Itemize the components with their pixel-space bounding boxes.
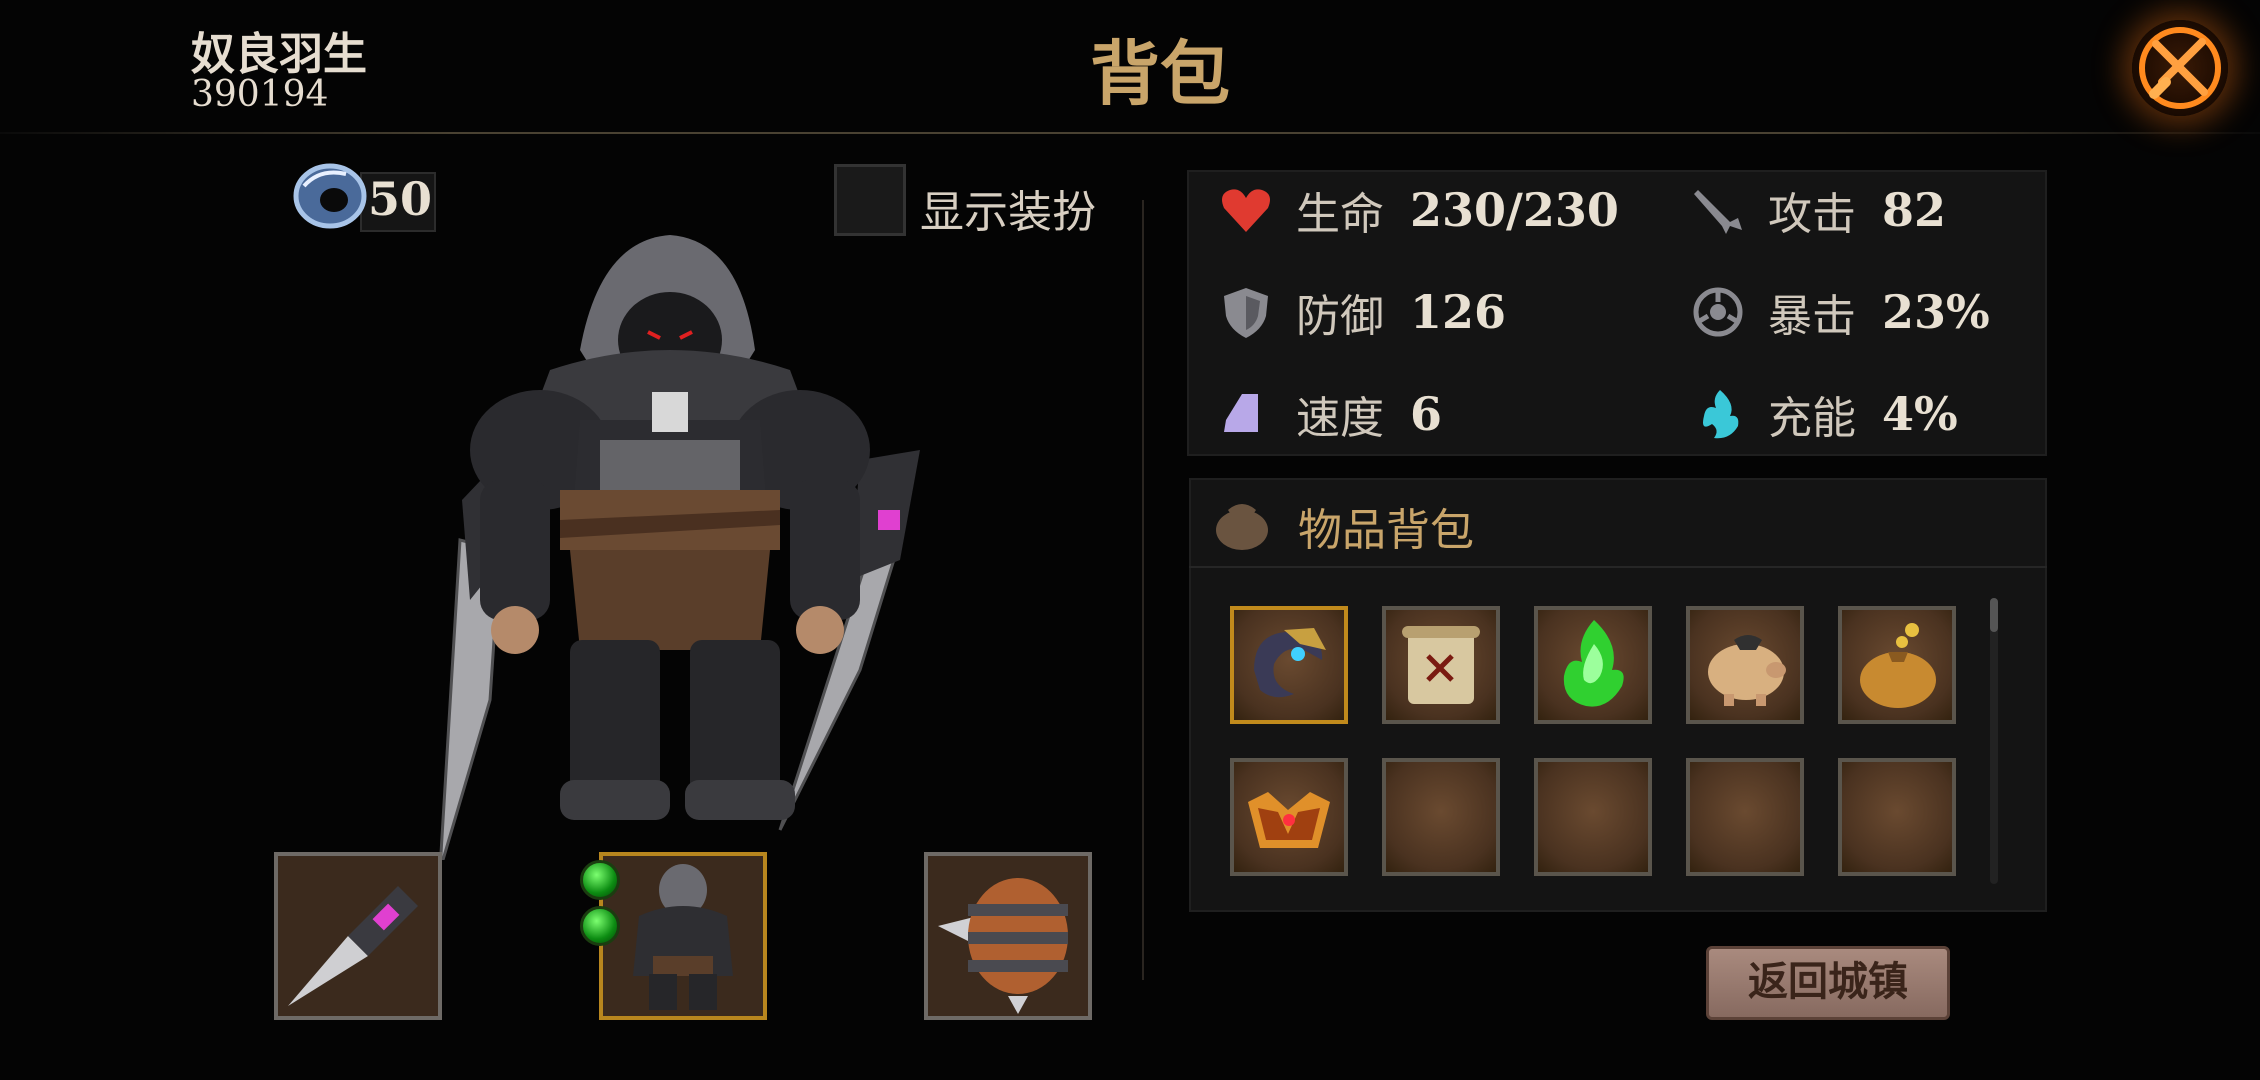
green-flame-icon bbox=[1538, 620, 1648, 724]
ring-currency-icon bbox=[290, 156, 370, 236]
bag-slot-green-essence-item[interactable] bbox=[1534, 606, 1652, 724]
equipment-slot-weapon[interactable] bbox=[274, 852, 442, 1020]
blade-icon bbox=[288, 886, 418, 1006]
scroll-icon bbox=[1386, 626, 1496, 724]
player-id: 390194 bbox=[191, 74, 329, 115]
crown-icon bbox=[1234, 792, 1344, 876]
bag-slot-amulet-item[interactable] bbox=[1230, 606, 1348, 724]
bag-icon bbox=[1210, 494, 1272, 552]
bag-header-divider bbox=[1189, 566, 2047, 568]
stat-defense: 防御 126 bbox=[1218, 280, 1506, 344]
amulet-icon bbox=[1234, 628, 1344, 724]
player-name: 奴良羽生 bbox=[191, 29, 367, 80]
stat-crit: 暴击 23% bbox=[1690, 280, 1990, 344]
character-model[interactable] bbox=[400, 220, 960, 871]
gem-socket-icon bbox=[580, 906, 620, 946]
stat-hp: 生命 230/230 bbox=[1218, 178, 1619, 242]
panel-divider bbox=[1142, 200, 1144, 980]
page-title: 背包 bbox=[1090, 32, 1230, 115]
pouch-icon bbox=[1842, 623, 1952, 724]
currency-value: 50 bbox=[368, 172, 433, 226]
heart-icon bbox=[1218, 182, 1274, 238]
bag-scrollbar[interactable] bbox=[1990, 598, 1998, 884]
crit-icon bbox=[1690, 284, 1746, 340]
armor-icon bbox=[633, 864, 733, 1010]
close-button[interactable] bbox=[2132, 20, 2228, 116]
return-to-town-button[interactable]: 返回城镇 bbox=[1706, 946, 1950, 1020]
bag-slot-gold-pouch-item[interactable] bbox=[1838, 606, 1956, 724]
bag-slot-piggy-bank-item[interactable] bbox=[1686, 606, 1804, 724]
bag-slot-empty[interactable] bbox=[1534, 758, 1652, 876]
spiked-orb-icon bbox=[938, 878, 1068, 1014]
equipment-slot-armor[interactable] bbox=[599, 852, 767, 1020]
stat-speed: 速度 6 bbox=[1218, 382, 1442, 446]
stat-charge: 充能 4% bbox=[1690, 382, 1958, 446]
close-icon bbox=[2139, 27, 2221, 109]
gem-socket-icon bbox=[580, 860, 620, 900]
bag-title: 物品背包 bbox=[1298, 505, 1474, 556]
boot-icon bbox=[1218, 386, 1274, 442]
bag-slot-crown-item[interactable] bbox=[1230, 758, 1348, 876]
flame-icon bbox=[1690, 386, 1746, 442]
equipment-slot-accessory[interactable] bbox=[924, 852, 1092, 1020]
stat-attack: 攻击 82 bbox=[1690, 178, 1946, 242]
bag-slot-scroll-item[interactable] bbox=[1382, 606, 1500, 724]
sword-icon bbox=[1690, 182, 1746, 238]
bag-scroll-thumb[interactable] bbox=[1990, 598, 1998, 632]
pig-icon bbox=[1690, 635, 1800, 724]
bag-slot-empty[interactable] bbox=[1686, 758, 1804, 876]
shield-icon bbox=[1218, 284, 1274, 340]
header-divider bbox=[0, 132, 2260, 134]
bag-slot-empty[interactable] bbox=[1382, 758, 1500, 876]
bag-slot-empty[interactable] bbox=[1838, 758, 1956, 876]
